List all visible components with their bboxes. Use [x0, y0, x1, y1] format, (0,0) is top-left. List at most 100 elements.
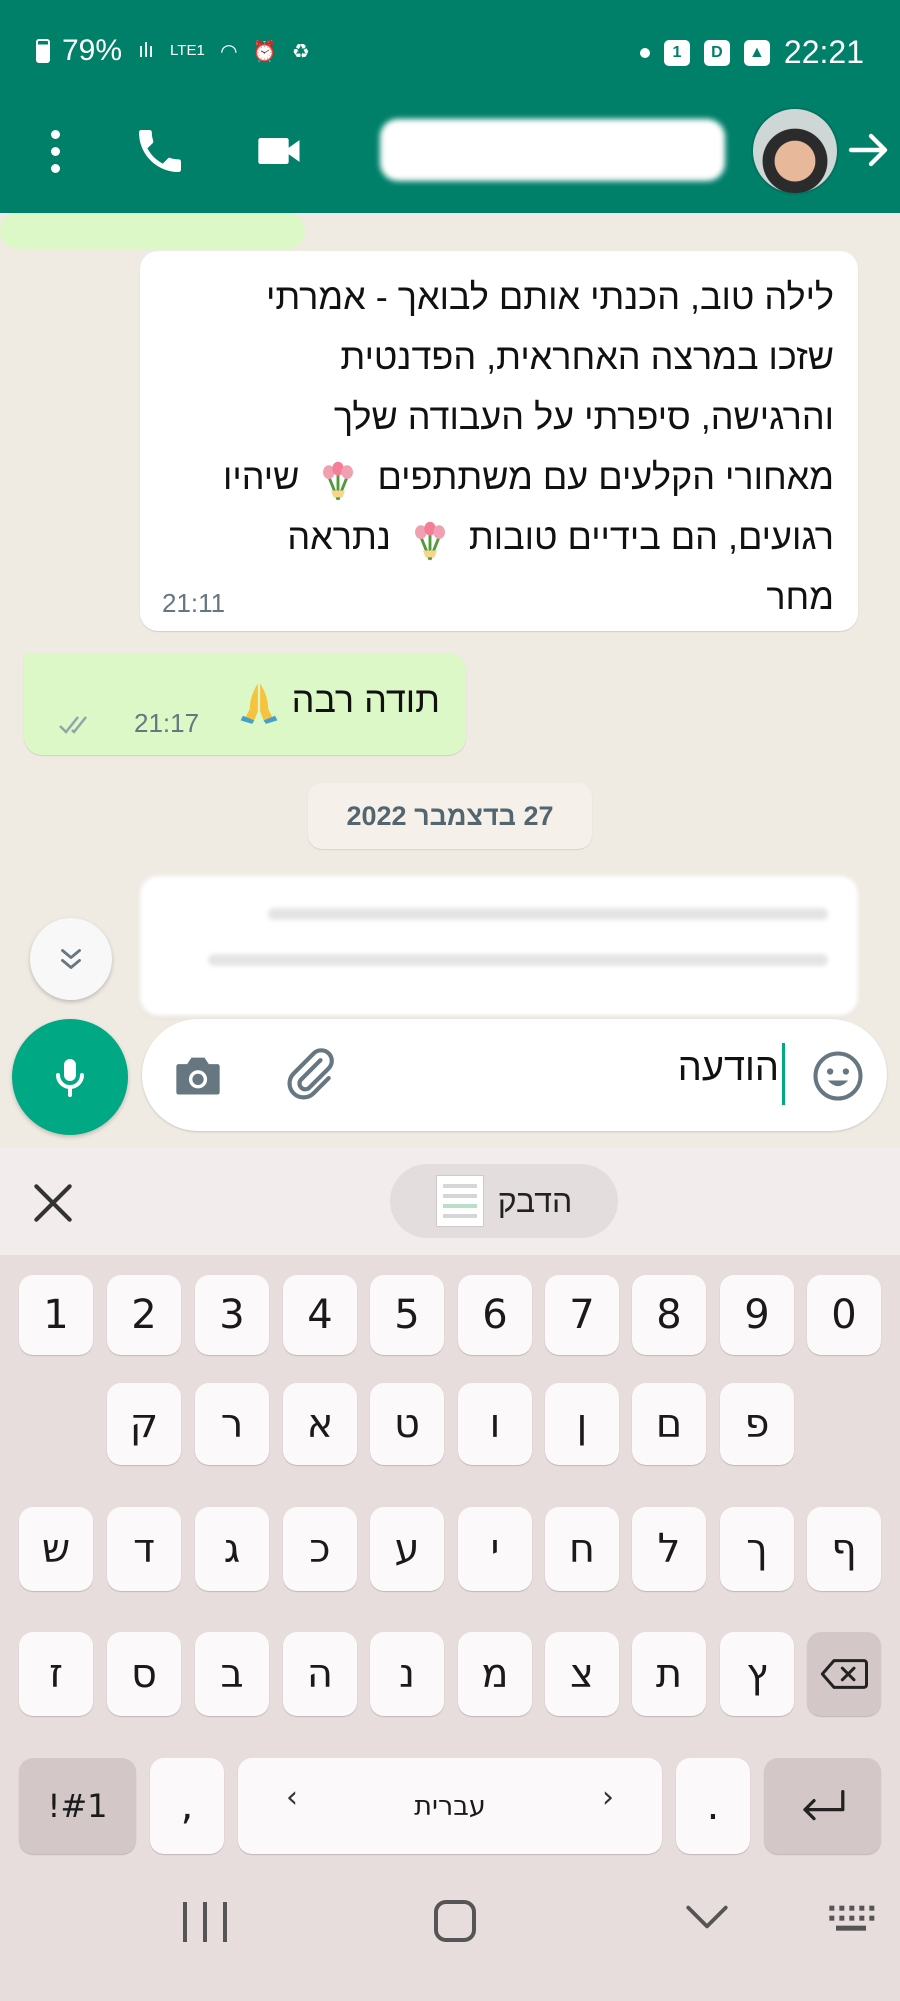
key-het[interactable]: ח [545, 1507, 619, 1591]
hide-keyboard-icon[interactable] [684, 1902, 730, 1932]
key-dalet[interactable]: ד [107, 1507, 181, 1591]
scroll-to-bottom-button[interactable] [30, 918, 112, 1000]
key-1[interactable]: 1 [19, 1275, 93, 1355]
key-9[interactable]: 9 [720, 1275, 794, 1355]
key-0[interactable]: 0 [807, 1275, 881, 1355]
key-alef[interactable]: א [283, 1383, 357, 1465]
key-final-tsadi[interactable]: ץ [720, 1632, 794, 1716]
avatar[interactable] [751, 107, 839, 195]
key-tav[interactable]: ת [632, 1632, 706, 1716]
attach-icon[interactable] [282, 1045, 338, 1101]
key-2[interactable]: 2 [107, 1275, 181, 1355]
key-ayin[interactable]: ע [370, 1507, 444, 1591]
message-input-text: הודעה [677, 1047, 779, 1089]
chat-header [0, 105, 900, 213]
key-4[interactable]: 4 [283, 1275, 357, 1355]
paste-label: הדבק [497, 1182, 573, 1219]
folded-hands-emoji-icon [240, 684, 277, 725]
key-nun[interactable]: נ [370, 1632, 444, 1716]
wifi-icon: ◠ [220, 40, 238, 63]
date-divider: 27 בדצמבר 2022 [308, 783, 592, 849]
app-icon: D [703, 39, 730, 66]
key-bet[interactable]: ב [195, 1632, 269, 1716]
close-icon[interactable] [28, 1178, 78, 1228]
key-lamed[interactable]: ל [632, 1507, 706, 1591]
message-line: שזכו במרצה האחראית, הפדנטית [340, 336, 834, 377]
key-he[interactable]: ה [283, 1632, 357, 1716]
video-call-icon[interactable] [250, 125, 310, 177]
emoji-icon[interactable] [811, 1049, 865, 1103]
key-gimel[interactable]: ג [195, 1507, 269, 1591]
camera-icon[interactable] [172, 1051, 224, 1099]
system-navigation-bar [0, 1860, 900, 2001]
keyboard-language-label: עברית [414, 1790, 486, 1822]
gallery-icon: ▲ [743, 39, 770, 66]
message-line: והרגישה, סיפרתי על העבודה שלך [333, 396, 834, 437]
key-final-kaf[interactable]: ך [720, 1507, 794, 1591]
period-key[interactable]: . [676, 1758, 750, 1854]
phone-icon[interactable] [132, 123, 188, 179]
comma-key[interactable]: , [150, 1758, 224, 1854]
message-line: תודה רבה [291, 679, 440, 720]
voice-message-button[interactable] [12, 1019, 128, 1135]
space-key[interactable]: ‹ עברית › [238, 1758, 662, 1854]
enter-key[interactable] [764, 1758, 881, 1854]
message-line-part: נתראה [287, 516, 391, 557]
previous-message-bubble [0, 213, 305, 249]
notification-dot-icon [639, 47, 650, 58]
key-samekh[interactable]: ס [107, 1632, 181, 1716]
keyboard: 1 2 3 4 5 6 7 8 9 0 ק ר א ט ו ן ם פ ש ד … [0, 1255, 900, 1860]
key-yod[interactable]: י [458, 1507, 532, 1591]
clipboard-suggestion-bar: הדבק [0, 1148, 900, 1255]
keyboard-icon[interactable] [826, 1902, 876, 1936]
key-final-mem[interactable]: ם [632, 1383, 706, 1465]
key-qof[interactable]: ק [107, 1383, 181, 1465]
chat-area[interactable]: לילה טוב, הכנתי אותם לבואך - אמרתי שזכו … [0, 213, 900, 1148]
message-time: 21:17 [134, 708, 200, 738]
alarm-icon: ⏰ [252, 40, 278, 63]
message-line: לילה טוב, הכנתי אותם לבואך - אמרתי [266, 276, 834, 317]
key-resh[interactable]: ר [195, 1383, 269, 1465]
key-3[interactable]: 3 [195, 1275, 269, 1355]
more-options-icon[interactable] [38, 123, 72, 179]
clipboard-thumbnail [435, 1175, 484, 1227]
key-final-pe[interactable]: ף [807, 1507, 881, 1591]
backspace-key[interactable] [807, 1632, 881, 1716]
read-receipt-icon [59, 716, 87, 734]
key-kaf[interactable]: כ [283, 1507, 357, 1591]
incoming-message-bubble-partial[interactable] [140, 876, 858, 1016]
key-mem[interactable]: מ [458, 1632, 532, 1716]
key-8[interactable]: 8 [632, 1275, 706, 1355]
network-label: LTE1 [170, 42, 205, 59]
key-tet[interactable]: ט [370, 1383, 444, 1465]
status-left: 79% ılı LTE1 ◠ ⏰ ♻ [36, 34, 313, 68]
clock: 22:21 [783, 34, 864, 70]
symbols-key[interactable]: !#1 [19, 1758, 136, 1854]
message-text: לילה טוב, הכנתי אותם לבואך - אמרתי שזכו … [144, 267, 834, 627]
battery-percent: 79% [62, 34, 123, 67]
incoming-message-bubble[interactable]: לילה טוב, הכנתי אותם לבואך - אמרתי שזכו … [140, 251, 858, 631]
message-line-part: רגועים, הם בידיים טובות [468, 516, 834, 557]
back-arrow-icon[interactable] [845, 125, 893, 175]
paste-button[interactable]: הדבק [390, 1164, 618, 1238]
key-6[interactable]: 6 [458, 1275, 532, 1355]
key-vav[interactable]: ו [458, 1383, 532, 1465]
home-icon[interactable] [434, 1900, 476, 1942]
key-5[interactable]: 5 [370, 1275, 444, 1355]
key-7[interactable]: 7 [545, 1275, 619, 1355]
message-time: 21:11 [162, 588, 226, 618]
key-final-nun[interactable]: ן [545, 1383, 619, 1465]
key-tsadi[interactable]: צ [545, 1632, 619, 1716]
battery-icon [36, 39, 50, 63]
key-shin[interactable]: ש [19, 1507, 93, 1591]
outgoing-message-bubble[interactable]: תודה רבה 21:17 [24, 653, 466, 755]
chevron-left-icon: ‹ [286, 1780, 298, 1815]
recent-apps-icon[interactable] [183, 1902, 227, 1942]
message-input[interactable]: הודעה [142, 1019, 887, 1131]
calendar-icon: 1 [663, 39, 690, 66]
status-right: 1 D ▲ 22:21 [639, 34, 864, 71]
key-pe[interactable]: פ [720, 1383, 794, 1465]
text-cursor [782, 1043, 785, 1105]
contact-name-redacted[interactable] [380, 119, 725, 181]
key-zayin[interactable]: ז [19, 1632, 93, 1716]
